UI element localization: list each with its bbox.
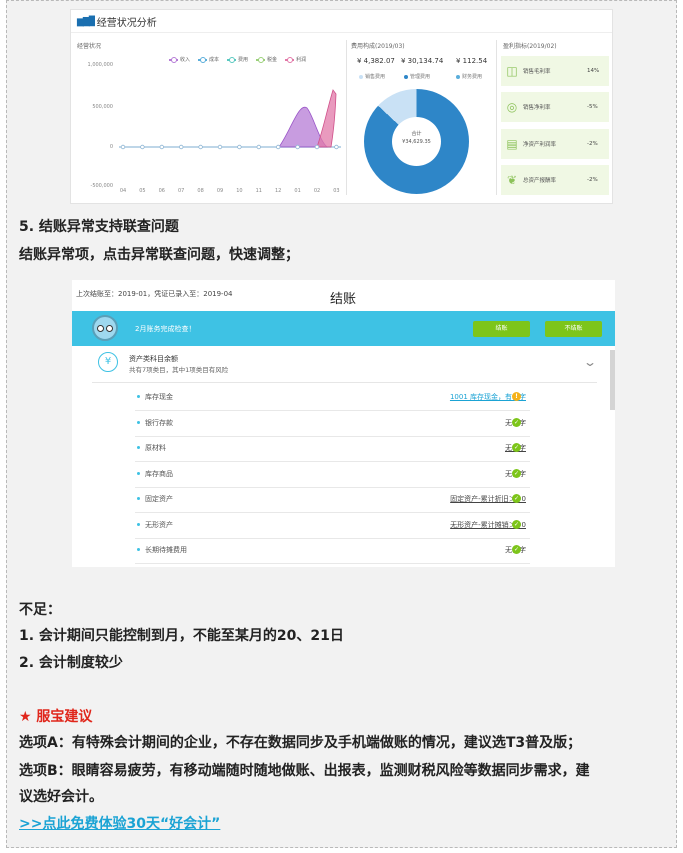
donut-total: ¥34,629.35 bbox=[402, 139, 431, 145]
account-row: 银行存款无赤字 bbox=[135, 412, 530, 437]
bullet-dot bbox=[137, 522, 140, 526]
profit-area bbox=[316, 89, 337, 148]
account-name: 长期待摊费用 bbox=[145, 546, 187, 554]
bullet-dot bbox=[137, 497, 140, 500]
finance-cost-value: ¥ 112.54 bbox=[456, 57, 488, 65]
settlement-title: 结账 bbox=[330, 292, 357, 307]
profit-card: ❦ 总资产报酬率 -2% bbox=[501, 165, 609, 195]
bullet-dot bbox=[137, 446, 140, 449]
article-page: ▆▇▉ 经营状况分析 经营状况 收入 成本 费用 税金 利润 1,000,000 500,… bbox=[6, 0, 677, 848]
option-b-line-1: 选项B：眼睛容易疲劳，有移动端随时随地做账、出报表，监测财税风险等数据同步需求，… bbox=[19, 763, 590, 779]
series-point bbox=[198, 144, 203, 150]
shortcoming-title: 不足： bbox=[19, 602, 61, 618]
legend-swatch bbox=[359, 74, 363, 79]
account-row: 固定资产 固定资产-累计折旧＞=0 bbox=[135, 488, 530, 513]
series-point bbox=[334, 144, 339, 150]
account-name: 原材料 bbox=[145, 444, 166, 452]
series-point bbox=[314, 144, 320, 150]
shortcoming-1: 1. 会计期间只能控制到月，不能至某月的20、21日 bbox=[19, 628, 344, 644]
settlement-info: 上次结账至：2019-01，凭证已录入至：2019-04 bbox=[76, 290, 233, 298]
scrollbar[interactable] bbox=[610, 350, 615, 410]
warning-icon: ! bbox=[512, 392, 521, 401]
series-point bbox=[217, 144, 223, 150]
account-name: 银行存款 bbox=[145, 418, 173, 427]
check-ok-icon: ✓ bbox=[512, 494, 521, 503]
account-row: 无形资产 无形资产-累计摊销＞=0 bbox=[135, 514, 530, 539]
check-ok-icon: ✓ bbox=[512, 443, 521, 452]
section-5-desc: 结账异常项，点击异常联查问题，快速调整； bbox=[19, 247, 299, 263]
legend-swatch bbox=[404, 74, 408, 79]
coin-icon: ◎ bbox=[506, 100, 518, 114]
profit-card: ▤ 净资产利润率 -2% bbox=[501, 129, 609, 159]
series-point bbox=[140, 144, 145, 150]
check-ok-icon: ✓ bbox=[512, 519, 521, 529]
legend-admin-cost: 管理费用 bbox=[404, 73, 430, 80]
chevron-down-icon[interactable]: ⌄ bbox=[583, 355, 597, 369]
category-subtitle: 共有7项类目，其中1项类目有风险 bbox=[129, 366, 229, 374]
profit-section-label: 盈利指标(2019/02) bbox=[503, 43, 557, 50]
option-a: 选项A：有特殊会计期间的企业，不存在数据同步及手机端做账的情况，建议选T3普及版… bbox=[19, 735, 582, 751]
section-divider bbox=[496, 40, 497, 195]
business-dashboard: ▆▇▉ 经营状况分析 经营状况 收入 成本 费用 税金 利润 1,000,000 500,… bbox=[70, 9, 613, 204]
legend-finance-cost: 财务费用 bbox=[456, 73, 482, 80]
series-point bbox=[295, 144, 300, 150]
option-b-line-2: 议选好会计。 bbox=[19, 789, 103, 805]
profit-card: ◎ 销售净利率 -5% bbox=[501, 92, 609, 122]
bullet-dot bbox=[137, 548, 140, 551]
donut-center: 合计 ¥34,629.35 bbox=[364, 130, 469, 146]
legend-sales-cost: 销售费用 bbox=[359, 73, 385, 80]
advice-title: ★ 服宝建议 bbox=[19, 709, 93, 725]
series-point bbox=[237, 144, 242, 150]
chart-icon: ◫ bbox=[506, 64, 518, 78]
account-row: 库存商品无赤字 bbox=[135, 463, 530, 488]
bullet-dot bbox=[137, 471, 140, 475]
legend-swatch bbox=[456, 74, 460, 79]
free-trial-link[interactable]: >>点此免费体验30天“好会计” bbox=[19, 813, 220, 833]
series-point bbox=[120, 144, 126, 150]
account-name: 无形资产 bbox=[145, 520, 173, 529]
yen-icon: ¥ bbox=[98, 352, 118, 372]
account-row: 原材料无赤字 bbox=[135, 437, 530, 462]
sales-cost-value: ¥ 4,382.07 bbox=[357, 57, 395, 65]
category-divider bbox=[92, 382, 597, 383]
series-point bbox=[256, 144, 261, 150]
check-banner: 2月账务完成检查！ 结账 不结账 bbox=[72, 311, 615, 346]
account-row: 长期待摊费用无赤字 bbox=[135, 539, 530, 564]
donut-label: 合计 bbox=[411, 131, 422, 137]
admin-cost-value: ¥ 30,134.74 bbox=[401, 57, 444, 65]
no-settle-button[interactable]: 不结账 bbox=[545, 321, 602, 337]
category-title: 资产类科目余额 bbox=[129, 355, 178, 363]
series-point bbox=[275, 144, 281, 150]
cost-section-label: 费用构成(2019/03) bbox=[351, 43, 405, 50]
doc-icon: ▤ bbox=[506, 137, 518, 151]
check-list: ¥ 资产类科目余额 共有7项类目，其中1项类目有风险 ⌄ 库存现金 1001 库存… bbox=[72, 346, 615, 567]
account-name: 库存现金 bbox=[145, 393, 173, 401]
account-name: 库存商品 bbox=[145, 469, 173, 478]
section-5-heading: 5. 结账异常支持联查问题 bbox=[19, 219, 179, 235]
series-point bbox=[159, 144, 164, 150]
settlement-window: 上次结账至：2019-01，凭证已录入至：2019-04 结账 2月账务完成检查… bbox=[72, 280, 615, 567]
check-ok-icon: ✓ bbox=[512, 545, 521, 554]
banner-message: 2月账务完成检查！ bbox=[135, 325, 196, 333]
bullet-dot bbox=[137, 395, 140, 398]
bullet-dot bbox=[137, 420, 140, 424]
settle-button[interactable]: 结账 bbox=[473, 321, 530, 337]
owl-mascot-icon bbox=[92, 315, 118, 341]
section-divider bbox=[346, 40, 347, 195]
profit-card: ◫ 销售毛利率 14% bbox=[501, 56, 609, 86]
account-name: 固定资产 bbox=[145, 495, 173, 503]
check-ok-icon: ✓ bbox=[512, 468, 521, 478]
leaf-icon: ❦ bbox=[506, 173, 518, 187]
account-row: 库存现金 1001 库存现金，有赤字 bbox=[135, 386, 530, 411]
asset-category-header[interactable]: ¥ 资产类科目余额 共有7项类目，其中1项类目有风险 ⌄ bbox=[72, 346, 605, 384]
check-ok-icon: ✓ bbox=[512, 417, 521, 427]
series-point bbox=[178, 144, 184, 150]
shortcoming-2: 2. 会计制度较少 bbox=[19, 655, 123, 671]
